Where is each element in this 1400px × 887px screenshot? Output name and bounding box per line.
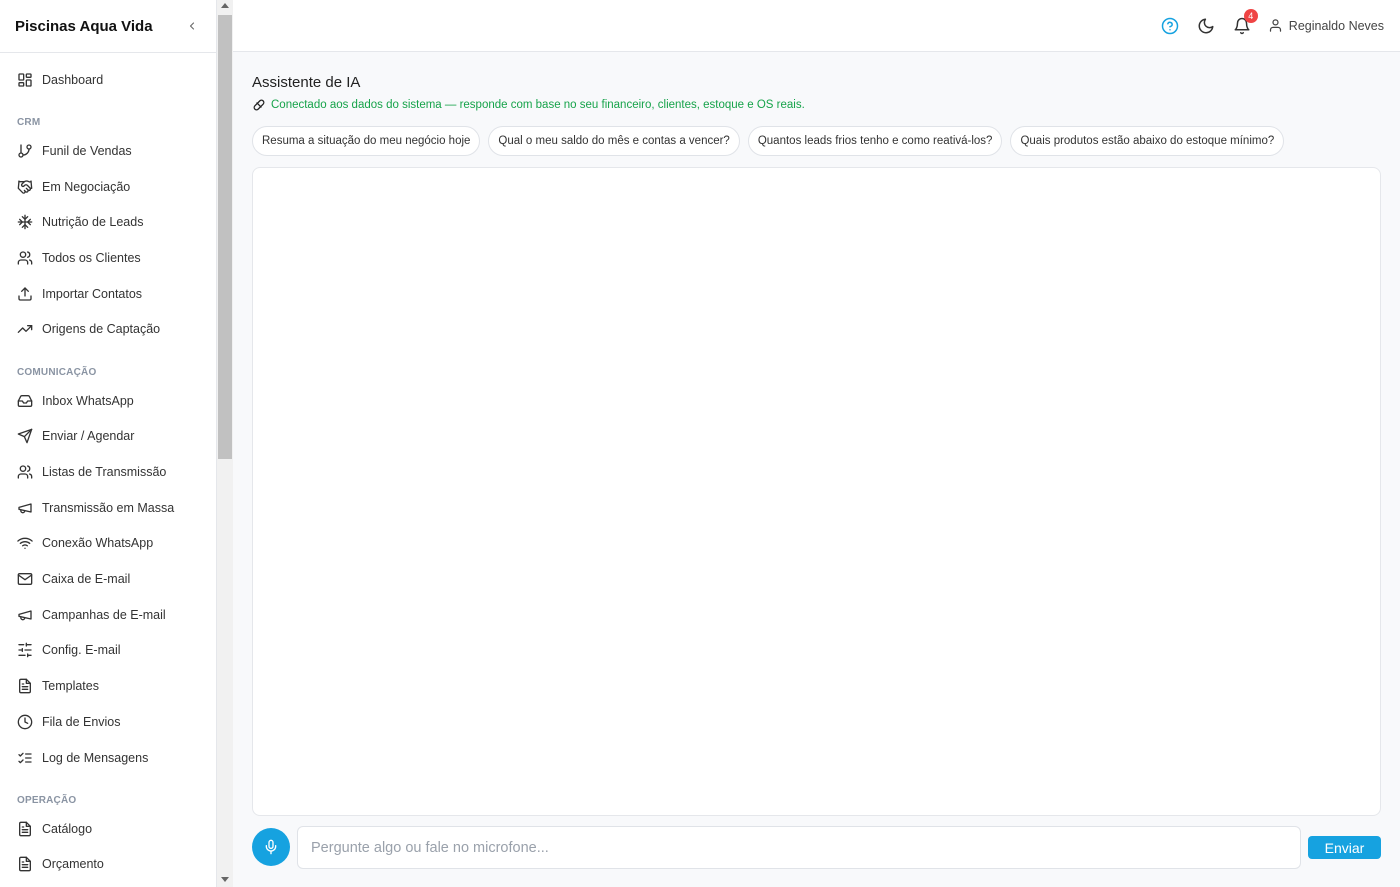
sidebar-item-label: Fila de Envios [42, 714, 121, 729]
dashboard-icon [17, 72, 33, 88]
microphone-icon [265, 839, 277, 855]
sidebar-item-label: Origens de Captação [42, 322, 161, 337]
sidebar-item-label: Em Negociação [42, 179, 131, 194]
send-button[interactable]: Enviar [1308, 836, 1381, 859]
chevron-left-icon [189, 22, 195, 30]
snowflake-icon [17, 214, 33, 230]
scroll-up-arrow[interactable] [221, 3, 229, 8]
megaphone-icon [17, 500, 33, 516]
sidebar-item-label: Config. E-mail [42, 643, 121, 658]
sidebar-item-transmissao-em-massa[interactable]: Transmissão em Massa [0, 490, 216, 526]
user-icon [1269, 19, 1281, 32]
sidebar-item-label: Inbox WhatsApp [42, 393, 134, 408]
suggestion-chip[interactable]: Resuma a situação do meu negócio hoje [252, 126, 481, 156]
megaphone-icon [17, 607, 33, 623]
notifications-button[interactable]: 4 [1232, 8, 1258, 36]
section-label-comunicacao: COMUNICAÇÃO [17, 366, 97, 378]
sidebar-item-listas-de-transmissao[interactable]: Listas de Transmissão [0, 454, 216, 490]
suggestion-chip[interactable]: Quais produtos estão abaixo do estoque m… [1010, 126, 1285, 156]
sidebar-item-label: Dashboard [42, 72, 104, 87]
sidebar-item-label: Caixa de E-mail [42, 572, 131, 587]
sidebar-nav: Dashboard CRM Funil de Vendas Em Negociação… [0, 53, 216, 882]
help-circle-icon [1161, 17, 1179, 34]
sidebar-item-catalogo[interactable]: Catálogo [0, 811, 216, 847]
moon-icon [1198, 18, 1214, 33]
handshake-icon [17, 179, 33, 195]
sidebar-item-label: Todos os Clientes [42, 251, 141, 266]
sidebar-item-label: Campanhas de E-mail [42, 607, 166, 622]
sidebar-item-funil-de-vendas[interactable]: Funil de Vendas [0, 133, 216, 169]
sidebar-item-campanhas-de-e-mail[interactable]: Campanhas de E-mail [0, 597, 216, 633]
suggestion-chip[interactable]: Qual o meu saldo do mês e contas a vence… [488, 126, 740, 156]
sidebar-item-label: Nutrição de Leads [42, 215, 144, 230]
collapse-sidebar-button[interactable] [184, 18, 200, 34]
topbar: 4 Reginaldo Neves [233, 0, 1400, 52]
scroll-down-arrow[interactable] [221, 877, 229, 882]
file-text-icon [17, 856, 33, 872]
sidebar-item-enviar-agendar[interactable]: Enviar / Agendar [0, 419, 216, 455]
sidebar-item-label: Transmissão em Massa [42, 500, 175, 515]
sidebar-item-label: Templates [42, 679, 99, 694]
mail-icon [17, 571, 33, 587]
wifi-icon [17, 535, 33, 551]
sidebar-item-fila-de-envios[interactable]: Fila de Envios [0, 704, 216, 740]
scrollbar-thumb[interactable] [218, 15, 232, 459]
inbox-icon [17, 393, 33, 409]
sidebar-item-config-e-mail[interactable]: Config. E-mail [0, 633, 216, 669]
sidebar-item-label: Catálogo [42, 821, 93, 836]
page-title: Assistente de IA [252, 74, 361, 91]
file-text-icon [17, 678, 33, 694]
git-branch-icon [17, 143, 33, 159]
notification-badge: 4 [1243, 8, 1258, 23]
sidebar-item-em-negociacao[interactable]: Em Negociação [0, 169, 216, 205]
sidebar-item-todos-os-clientes[interactable]: Todos os Clientes [0, 240, 216, 276]
sidebar-item-label: Orçamento [42, 857, 104, 872]
connection-status: Conectado aos dados do sistema — respond… [252, 98, 805, 112]
help-button[interactable] [1160, 16, 1180, 36]
user-menu[interactable]: Reginaldo Neves [1268, 18, 1384, 33]
chat-area [252, 167, 1381, 816]
sidebar-item-log-de-mensagens[interactable]: Log de Mensagens [0, 740, 216, 776]
sidebar-item-dashboard[interactable]: Dashboard [0, 62, 216, 98]
user-name: Reginaldo Neves [1288, 18, 1384, 33]
sidebar-item-importar-contatos[interactable]: Importar Contatos [0, 276, 216, 312]
sidebar-item-label: Log de Mensagens [42, 750, 149, 765]
suggestion-chips: Resuma a situação do meu negócio hoje Qua… [252, 126, 1292, 156]
sidebar-item-orcamento[interactable]: Orçamento [0, 847, 216, 883]
theme-toggle-button[interactable] [1196, 16, 1216, 36]
users-icon [17, 250, 33, 266]
suggestion-chip[interactable]: Quantos leads frios tenho e como reativá… [747, 126, 1003, 156]
sidebar-item-label: Conexão WhatsApp [42, 536, 154, 551]
status-text: Conectado aos dados do sistema — respond… [271, 99, 805, 111]
sidebar-item-inbox-whatsapp[interactable]: Inbox WhatsApp [0, 383, 216, 419]
list-checks-icon [17, 750, 33, 766]
sidebar-item-label: Listas de Transmissão [42, 465, 167, 480]
users-icon [17, 464, 33, 480]
clock-icon [17, 714, 33, 730]
sidebar-item-nutricao-de-leads[interactable]: Nutrição de Leads [0, 205, 216, 241]
composer: Enviar [252, 826, 1381, 869]
section-label-crm: CRM [17, 117, 41, 129]
section-label-operacao: OPERAÇÃO [17, 794, 77, 806]
sidebar-item-conexao-whatsapp[interactable]: Conexão WhatsApp [0, 526, 216, 562]
message-input[interactable] [297, 826, 1301, 869]
trending-up-icon [17, 321, 33, 337]
pill-icon [252, 98, 266, 112]
sidebar-header: Piscinas Aqua Vida [0, 0, 216, 53]
file-text-icon [17, 821, 33, 837]
sidebar-item-label: Funil de Vendas [42, 144, 132, 159]
microphone-button[interactable] [252, 828, 290, 866]
sidebar: Piscinas Aqua Vida Dashboard CRM Funil de … [0, 0, 217, 887]
sidebar-scrollbar[interactable] [217, 0, 233, 887]
upload-icon [17, 286, 33, 302]
sidebar-item-label: Enviar / Agendar [42, 429, 135, 444]
sliders-icon [17, 642, 33, 658]
sidebar-item-templates[interactable]: Templates [0, 668, 216, 704]
send-icon [17, 428, 33, 444]
brand-title: Piscinas Aqua Vida [15, 17, 153, 35]
sidebar-item-origens-de-captacao[interactable]: Origens de Captação [0, 312, 216, 348]
sidebar-item-label: Importar Contatos [42, 286, 143, 301]
sidebar-item-caixa-de-e-mail[interactable]: Caixa de E-mail [0, 561, 216, 597]
